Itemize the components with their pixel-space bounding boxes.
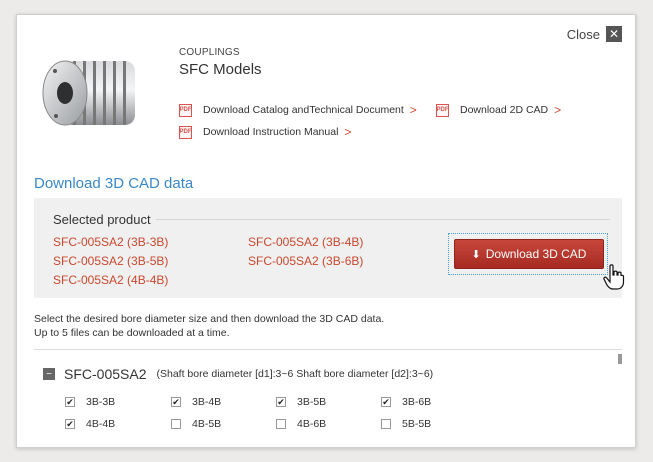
bore-option-3b-6b[interactable]: ✔ 3B-6B	[381, 396, 431, 408]
divider	[34, 349, 622, 350]
bore-option-label: 4B-4B	[86, 418, 116, 430]
checkbox[interactable]: ✔	[171, 397, 181, 407]
download-3d-cad-button[interactable]: ⬇ Download 3D CAD	[454, 239, 604, 269]
close-label: Close	[566, 26, 600, 42]
bore-option-label: 3B-6B	[402, 396, 432, 408]
checkbox[interactable]	[381, 419, 391, 429]
bore-option-label: 4B-5B	[192, 418, 222, 430]
selected-item[interactable]: SFC-005SA2 (3B-4B)	[248, 235, 363, 249]
model-group-description: (Shaft bore diameter [d1]:3~6 Shaft bore…	[156, 368, 434, 380]
bore-option-4b-5b[interactable]: 4B-5B	[171, 418, 221, 430]
hand-pointer-cursor-icon	[603, 264, 625, 290]
bore-option-5b-5b[interactable]: 5B-5B	[381, 418, 431, 430]
bore-option-3b-5b[interactable]: ✔ 3B-5B	[276, 396, 326, 408]
coupling-product-image	[42, 60, 135, 126]
chevron-right-icon: >	[554, 103, 562, 117]
chevron-right-icon: >	[409, 103, 417, 117]
bore-option-3b-4b[interactable]: ✔ 3B-4B	[171, 396, 221, 408]
pdf-icon: PDF	[436, 103, 449, 117]
bore-option-4b-4b[interactable]: ✔ 4B-4B	[65, 418, 115, 430]
instruction-line-2: Up to 5 files can be downloaded at a tim…	[34, 327, 230, 339]
selected-product-label: Selected product	[53, 212, 151, 227]
download-2d-cad-link[interactable]: PDF Download 2D CAD >	[436, 103, 561, 117]
bore-option-label: 3B-4B	[192, 396, 222, 408]
instruction-line-1: Select the desired bore diameter size an…	[34, 313, 385, 325]
close-icon[interactable]: ✕	[606, 26, 622, 42]
bore-option-label: 4B-6B	[297, 418, 327, 430]
download-manual-link[interactable]: PDF Download Instruction Manual >	[179, 125, 351, 139]
bore-option-label: 5B-5B	[402, 418, 432, 430]
bore-option-label: 3B-3B	[86, 396, 116, 408]
selected-item[interactable]: SFC-005SA2 (3B-5B)	[53, 254, 168, 268]
selected-product-panel: Selected product SFC-005SA2 (3B-3B) SFC-…	[34, 198, 622, 298]
pdf-icon: PDF	[179, 125, 192, 139]
download-arrow-icon: ⬇	[471, 248, 481, 261]
bore-option-4b-6b[interactable]: 4B-6B	[276, 418, 326, 430]
checkbox[interactable]: ✔	[276, 397, 286, 407]
bore-option-3b-3b[interactable]: ✔ 3B-3B	[65, 396, 115, 408]
collapse-icon[interactable]: −	[43, 368, 55, 380]
checkbox[interactable]	[171, 419, 181, 429]
selected-item[interactable]: SFC-005SA2 (4B-4B)	[53, 273, 168, 287]
divider	[156, 219, 610, 220]
download-catalog-link[interactable]: PDF Download Catalog andTechnical Docume…	[179, 103, 417, 117]
product-category: COUPLINGS	[179, 47, 240, 58]
instruction-note: Select the desired bore diameter size an…	[34, 312, 384, 340]
download-2d-cad-label: Download 2D CAD	[460, 104, 549, 116]
selected-item[interactable]: SFC-005SA2 (3B-6B)	[248, 254, 363, 268]
download-catalog-label: Download Catalog andTechnical Document	[203, 104, 404, 116]
model-group-header: − SFC-005SA2 (Shaft bore diameter [d1]:3…	[43, 366, 433, 382]
checkbox[interactable]: ✔	[65, 419, 75, 429]
cad-download-dialog: Close ✕ COUPLINGS SFC Models PDF Downloa…	[16, 14, 636, 448]
download-3d-cad-focus-ring: ⬇ Download 3D CAD	[448, 233, 608, 275]
product-title: SFC Models	[179, 61, 262, 78]
checkbox[interactable]	[276, 419, 286, 429]
checkbox[interactable]: ✔	[381, 397, 391, 407]
scrollbar-thumb[interactable]	[618, 354, 622, 364]
download-manual-label: Download Instruction Manual	[203, 126, 339, 138]
close-button[interactable]: Close ✕	[567, 26, 622, 42]
chevron-right-icon: >	[344, 125, 352, 139]
section-title-3d-cad: Download 3D CAD data	[34, 175, 194, 192]
selected-item[interactable]: SFC-005SA2 (3B-3B)	[53, 235, 168, 249]
download-3d-cad-label: Download 3D CAD	[485, 247, 587, 261]
checkbox[interactable]: ✔	[65, 397, 75, 407]
model-group-name: SFC-005SA2	[64, 366, 147, 382]
bore-option-label: 3B-5B	[297, 396, 327, 408]
pdf-icon: PDF	[179, 103, 192, 117]
